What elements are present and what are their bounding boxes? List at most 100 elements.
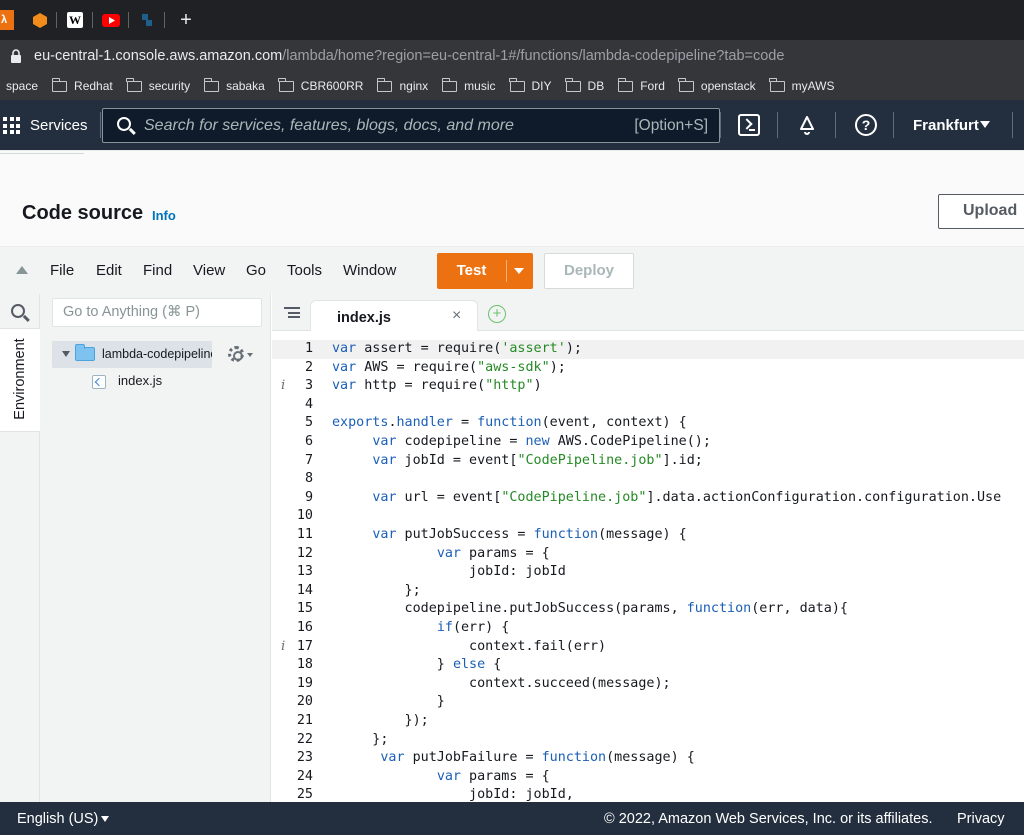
code-line[interactable]: 18 } else { [272,656,1024,675]
bookmark-db[interactable]: DB [565,77,604,93]
wikipedia-favicon[interactable]: W [65,10,85,30]
chevron-down-icon[interactable] [980,121,990,128]
code-text: }); [332,713,429,728]
code-line[interactable]: 7 var jobId = event["CodePipeline.job"].… [272,452,1024,471]
bookmark-security[interactable]: security [126,77,190,93]
menu-edit[interactable]: Edit [96,262,122,279]
bookmark-openstack[interactable]: openstack [678,77,756,93]
code-line[interactable]: 19 context.succeed(message); [272,675,1024,694]
close-icon[interactable]: × [452,307,461,325]
folder-icon [51,77,68,92]
test-button[interactable]: Test [437,253,533,289]
bookmark-space[interactable]: space [6,79,38,93]
code-line[interactable]: 16 if(err) { [272,619,1024,638]
code-line[interactable]: 3 i var http = require("http") [272,377,1024,396]
code-line[interactable]: 6 var codepipeline = new AWS.CodePipelin… [272,433,1024,452]
code-line[interactable]: 5 exports.handler = function(event, conte… [272,414,1024,433]
code-line[interactable]: 9 var url = event["CodePipeline.job"].da… [272,489,1024,508]
services-menu[interactable]: Services [30,117,88,134]
code-text: var putJobSuccess = function(message) { [372,527,687,542]
youtube-favicon[interactable] [101,10,121,30]
code-line[interactable]: 1 var assert = require('assert'); [272,340,1024,359]
help-icon[interactable]: ? [855,114,877,136]
url-text[interactable]: eu-central-1.console.aws.amazon.com/lamb… [34,48,784,64]
nav-divider [835,112,836,138]
notifications-bell-icon[interactable] [796,114,818,136]
bookmark-sabaka[interactable]: sabaka [203,77,265,93]
line-number: 13 [296,564,313,580]
collapse-triangle-icon[interactable] [16,266,28,274]
search-input[interactable]: Search for services, features, blogs, do… [102,108,720,143]
new-tab-button[interactable]: + [176,9,196,31]
folder-icon [203,77,220,92]
chevron-down-icon[interactable] [247,353,253,357]
tab-index-js[interactable]: index.js × [310,300,478,332]
code-line[interactable]: 13 jobId: jobId [272,563,1024,582]
code-line[interactable]: 25 jobId: jobId, [272,786,1024,802]
code-line[interactable]: 8 [272,470,1024,489]
privacy-link[interactable]: Privacy [957,811,1005,827]
code-line[interactable]: 12 var params = { [272,545,1024,564]
bookmark-ford[interactable]: Ford [617,77,665,93]
cloudshell-icon[interactable] [738,114,760,136]
bookmark-label: myAWS [791,79,835,93]
nav-divider [1012,112,1013,138]
go-to-anything-input[interactable]: Go to Anything (⌘ P) [52,298,262,327]
gear-icon[interactable] [228,346,244,362]
code-text: var assert = require('assert'); [332,341,582,356]
code-line[interactable]: 2 var AWS = require("aws-sdk"); [272,359,1024,378]
code-line[interactable]: 24 var params = { [272,768,1024,787]
region-selector[interactable]: Frankfurt [913,117,979,134]
language-selector[interactable]: English (US) [17,811,98,827]
environment-tab[interactable]: Environment [0,328,40,432]
code-line[interactable]: 15 codepipeline.putJobSuccess(params, fu… [272,600,1024,619]
folder-row[interactable]: lambda-codepipeline [52,341,212,368]
info-link[interactable]: Info [152,208,176,223]
code-line[interactable]: 22 }; [272,731,1024,750]
upload-button[interactable]: Upload [938,194,1024,229]
menu-go[interactable]: Go [246,262,266,279]
chevron-down-icon[interactable] [101,816,109,822]
code-line[interactable]: 11 var putJobSuccess = function(message)… [272,526,1024,545]
menu-window[interactable]: Window [343,262,396,279]
expand-triangle-icon[interactable] [62,351,70,357]
code-line[interactable]: 23 var putJobFailure = function(message)… [272,749,1024,768]
bookmark-myaws[interactable]: myAWS [769,77,835,93]
address-bar[interactable]: eu-central-1.console.aws.amazon.com/lamb… [0,40,1024,72]
line-number: 8 [304,471,313,487]
menu-find[interactable]: Find [143,262,172,279]
code-line[interactable]: 4 [272,396,1024,415]
bookmark-nginx[interactable]: nginx [376,77,428,93]
tab-list-icon[interactable] [284,307,300,320]
nav-divider [893,112,894,138]
folder-icon [126,77,142,92]
deploy-button[interactable]: Deploy [544,253,634,289]
code-line[interactable]: 14 }; [272,582,1024,601]
code-line[interactable]: 17 i context.fail(err) [272,638,1024,657]
bookmark-music[interactable]: music [441,77,496,93]
folder-icon [678,77,694,92]
code-line[interactable]: 21 }); [272,712,1024,731]
blue-logo-favicon[interactable] [137,10,157,30]
aws-favicon[interactable]: λ [0,10,14,30]
menu-view[interactable]: View [193,262,225,279]
bookmarks-bar: space Redhat security sabaka CBR600RR ng… [0,72,1024,100]
services-grid-icon[interactable] [3,117,20,134]
info-marker-icon[interactable]: i [281,638,285,657]
chevron-down-icon[interactable] [514,268,524,274]
menu-file[interactable]: File [50,262,74,279]
menu-tools[interactable]: Tools [287,262,322,279]
code-editor[interactable]: 1 var assert = require('assert'); 2 var AWS… [272,331,1024,802]
search-icon[interactable] [11,304,25,318]
new-file-tab-icon[interactable]: + [488,305,506,323]
file-tree-panel: Go to Anything (⌘ P) lambda-codepipeline… [40,294,271,802]
tab-separator [128,12,129,28]
code-text: var http = require("http") [332,378,542,394]
bookmark-diy[interactable]: DIY [509,77,552,93]
bookmark-redhat[interactable]: Redhat [51,77,113,93]
bookmark-cbr600rr[interactable]: CBR600RR [278,77,363,93]
orange-cube-favicon[interactable] [30,10,50,30]
code-line[interactable]: 20 } [272,693,1024,712]
code-line[interactable]: 10 [272,507,1024,526]
info-marker-icon[interactable]: i [281,377,285,396]
